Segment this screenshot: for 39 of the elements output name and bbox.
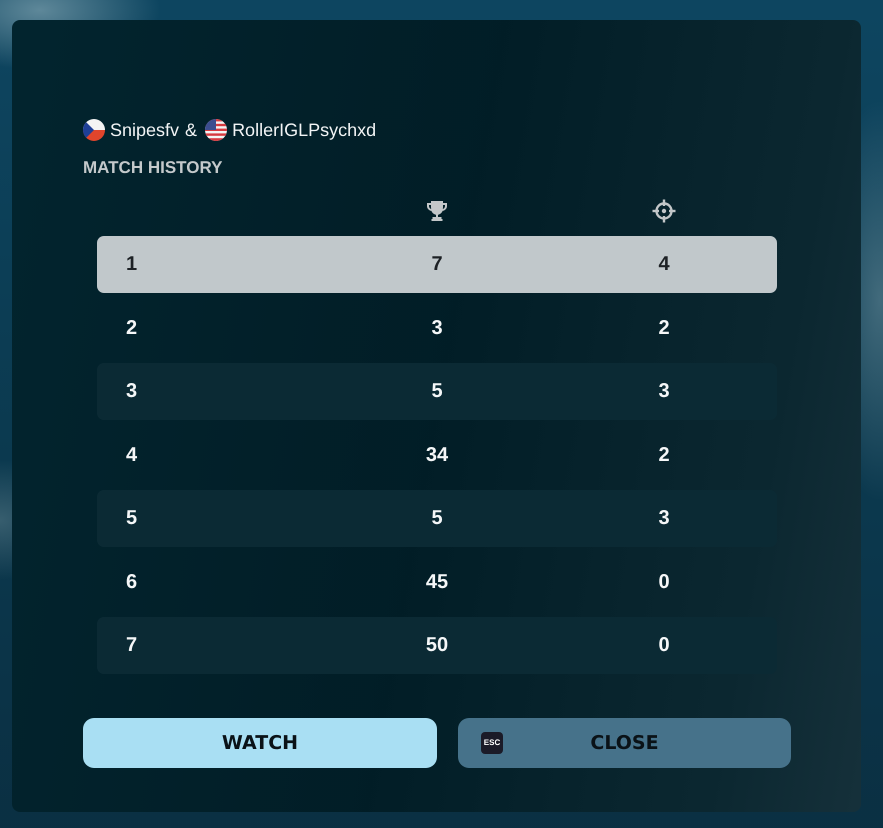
ampersand-text: & — [185, 119, 198, 141]
table-cell: 50 — [426, 633, 448, 657]
table-cell: 2 — [126, 316, 138, 340]
table-cell: 5 — [431, 506, 443, 530]
table-cell: 45 — [426, 570, 448, 594]
table-cell: 0 — [658, 570, 670, 594]
player-name: RollerIGLPsychxd — [232, 119, 376, 141]
section-title: MATCH HISTORY — [83, 158, 224, 178]
table-cell: 7 — [126, 633, 138, 657]
table-row[interactable]: 3 5 3 — [97, 362, 777, 420]
table-cell: 7 — [431, 252, 443, 276]
table-cell: 3 — [658, 506, 670, 530]
table-cell: 3 — [431, 316, 443, 340]
player-name: Snipesfv — [110, 119, 180, 141]
czech-flag-icon — [83, 119, 105, 141]
crosshair-icon — [652, 199, 676, 223]
table-row[interactable]: 1 7 4 — [97, 236, 777, 292]
table-cell: 2 — [658, 442, 670, 466]
table-row[interactable]: 4 34 2 — [97, 426, 777, 483]
us-flag-icon — [205, 119, 228, 141]
table-cell: 2 — [658, 316, 670, 340]
table-row[interactable]: 6 45 0 — [97, 553, 777, 610]
table-cell: 5 — [431, 379, 443, 403]
table-cell: 5 — [126, 506, 138, 530]
table-cell: 1 — [126, 252, 138, 276]
table-cell: 3 — [658, 379, 670, 403]
table-cell: 4 — [658, 252, 670, 276]
table-cell: 34 — [426, 442, 448, 466]
table-row[interactable]: 5 5 3 — [97, 490, 777, 546]
table-cell: 0 — [658, 633, 670, 657]
table-cell: 3 — [126, 379, 138, 403]
table-row[interactable]: 7 50 0 — [97, 616, 777, 674]
watch-button[interactable]: WATCH — [83, 718, 437, 768]
esc-key-icon: ESC — [481, 732, 503, 754]
table-cell: 6 — [126, 570, 138, 594]
trophy-icon — [425, 199, 449, 223]
close-button[interactable]: ESC CLOSE — [458, 718, 791, 768]
table-row[interactable]: 2 3 2 — [97, 299, 777, 356]
table-cell: 4 — [126, 442, 138, 466]
